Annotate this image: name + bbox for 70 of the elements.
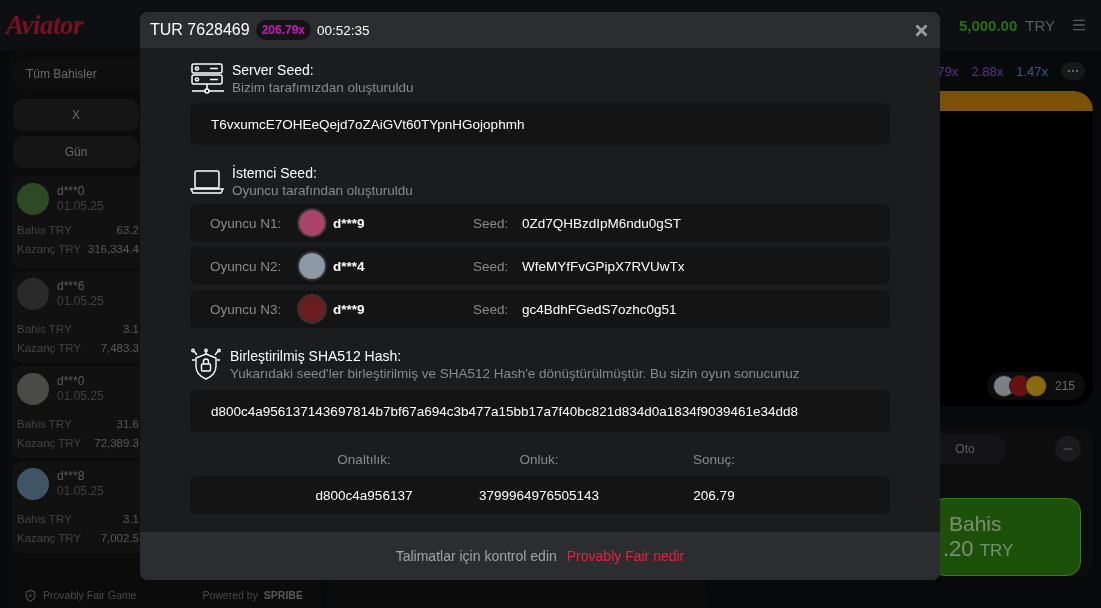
seed-label: Seed:: [473, 301, 510, 317]
section-title: Birleştirilmiş SHA512 Hash:: [230, 348, 403, 365]
user-name: d***0: [57, 184, 86, 199]
avatar: [17, 373, 49, 405]
section-title: Server Seed:: [232, 62, 315, 79]
players-count: 215: [1054, 379, 1075, 393]
avatar: [297, 208, 327, 238]
minimize-button[interactable]: [1055, 436, 1081, 462]
result-value: 206.79: [693, 487, 735, 503]
win-value: 316,334.4: [87, 242, 139, 257]
shield-icon: [24, 588, 37, 602]
instructions-text: Talimatlar için kontrol edin: [395, 548, 557, 564]
seed-value: gc4BdhFGedS7ozhc0g51: [522, 301, 678, 317]
currency: TRY: [1025, 16, 1055, 34]
multiplier: 2.88x: [971, 63, 1004, 79]
result-value: d800c4a956137: [315, 487, 413, 503]
player-name: d***4: [333, 258, 366, 274]
hash-field: d800c4a956137143697814b7bf67a694c3b477a15bb17a7f40bc821d834d0a1834f9039461e34dd8: [190, 390, 890, 432]
win-value: 7,483.3: [100, 341, 139, 356]
seed-label: Seed:: [473, 215, 510, 231]
avatar: [17, 468, 49, 500]
avatars-drawing: [992, 375, 1047, 397]
menu-icon[interactable]: [1071, 17, 1087, 33]
powered-by: Powered by: [202, 589, 258, 601]
player-name: d***9: [333, 301, 366, 317]
balance: 5,000.00: [958, 16, 1018, 34]
brand-name: SPRIBE: [263, 589, 303, 601]
user-name: d***0: [57, 374, 86, 389]
stake-value: 31.6: [116, 417, 139, 432]
win-value: 7,002.5: [100, 531, 139, 546]
stake-value: 63.2: [116, 223, 139, 238]
stake-value: 3.1: [123, 512, 139, 527]
seed-value: WfeMYfFvGPipX7RVUwTx: [522, 258, 686, 274]
server-icon: [190, 62, 224, 96]
stake-value: 3.1: [123, 322, 139, 337]
round-title: TUR 7628469: [150, 21, 250, 39]
result-value: 3799964976505143: [478, 487, 600, 503]
avatar: [17, 278, 49, 310]
provably-fair-link[interactable]: Provably Fair nedir: [566, 548, 685, 564]
filter-button[interactable]: X: [13, 99, 139, 131]
laptop-icon: [190, 168, 224, 196]
multiplier-badge: 206.79x: [255, 20, 311, 40]
seed-value: 0Zd7QHBzdIpM6ndu0gST: [522, 215, 683, 231]
avatar: [297, 251, 327, 281]
multiplier: 79x: [937, 63, 959, 79]
result-label: Onaltılık:: [337, 451, 391, 467]
more-button[interactable]: [1061, 62, 1085, 80]
player-label: Oyuncu N1:: [210, 215, 283, 231]
user-name: d***8: [57, 469, 86, 484]
win-value: 72,389.3: [94, 436, 139, 451]
shield-lock-icon: [190, 348, 222, 382]
filter-button[interactable]: Gün: [13, 136, 139, 168]
user-name: d***6: [57, 279, 86, 294]
section-subtitle: Yukarıdaki seed'ler birleştirilmiş ve SHA512 Hash'e dönüştürülmüştür. Bu sizin oyun sonucunuz: [230, 365, 800, 382]
result-label: Onluk:: [519, 451, 559, 467]
player-label: Oyuncu N2:: [210, 258, 283, 274]
result-label: Sonuç:: [693, 451, 735, 467]
server-seed-field: T6vxumcE7OHEeQejd7oZAiGVt60TYpnHGojophmh: [190, 103, 890, 145]
avatar: [297, 294, 327, 324]
section-title: İstemci Seed:: [232, 165, 318, 182]
logo: Aviator: [6, 9, 83, 41]
round-time: 00:52:35: [317, 22, 370, 38]
section-subtitle: Oyuncu tarafından oluşturuldu: [232, 182, 413, 199]
player-name: d***9: [333, 215, 366, 231]
seed-label: Seed:: [473, 258, 510, 274]
avatar: [17, 183, 49, 215]
player-label: Oyuncu N3:: [210, 301, 283, 317]
fair-label[interactable]: Provably Fair Game: [43, 589, 137, 601]
section-subtitle: Bizim tarafımızdan oluşturuldu: [232, 79, 414, 96]
multiplier: 1.47x: [1016, 63, 1048, 79]
